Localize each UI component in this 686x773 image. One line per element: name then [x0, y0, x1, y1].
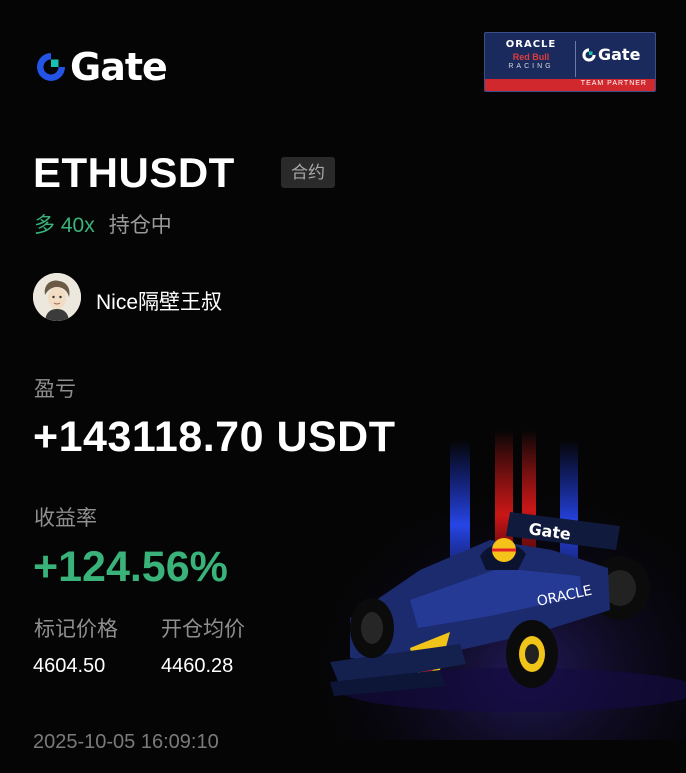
roi-value: +124.56%	[33, 543, 228, 591]
partner-strip-text: TEAM PARTNER	[580, 80, 647, 87]
partner-racing: RACING	[508, 63, 554, 70]
pnl-label: 盈亏	[34, 378, 76, 401]
contract-tag: 合约	[281, 157, 335, 188]
logo-text: Gate	[70, 45, 168, 89]
partner-gate-icon	[582, 47, 596, 62]
position-status: 持仓中	[108, 214, 172, 237]
gate-logo: Gate	[34, 45, 168, 89]
timestamp: 2025-10-05 16:09:10	[33, 731, 219, 753]
partner-redbull: Red Bull	[512, 52, 550, 62]
partner-oracle: ORACLE	[505, 39, 557, 50]
avatar-image	[33, 273, 81, 321]
race-car-illustration: Gate ORACLE	[290, 400, 686, 740]
partner-gate-text: Gate	[598, 45, 641, 64]
symbol-title: ETHUSDT	[33, 149, 235, 196]
username: Nice隔壁王叔	[96, 291, 223, 314]
entry-price-label: 开仓均价	[161, 618, 245, 641]
position-side-line: 多 40x 持仓中	[34, 209, 172, 239]
entry-price-value: 4460.28	[161, 655, 234, 677]
avatar	[33, 273, 81, 321]
partner-badge: ORACLE Red Bull RACING Gate TEAM PARTNER	[484, 32, 656, 92]
roi-label: 收益率	[34, 507, 97, 530]
gate-logo-icon	[37, 53, 65, 81]
partner-strip: TEAM PARTNER	[485, 79, 655, 91]
side-leverage: 多 40x	[34, 214, 95, 237]
mark-price-label: 标记价格	[34, 618, 118, 641]
partner-divider	[575, 41, 576, 77]
mark-price-value: 4604.50	[33, 655, 106, 677]
